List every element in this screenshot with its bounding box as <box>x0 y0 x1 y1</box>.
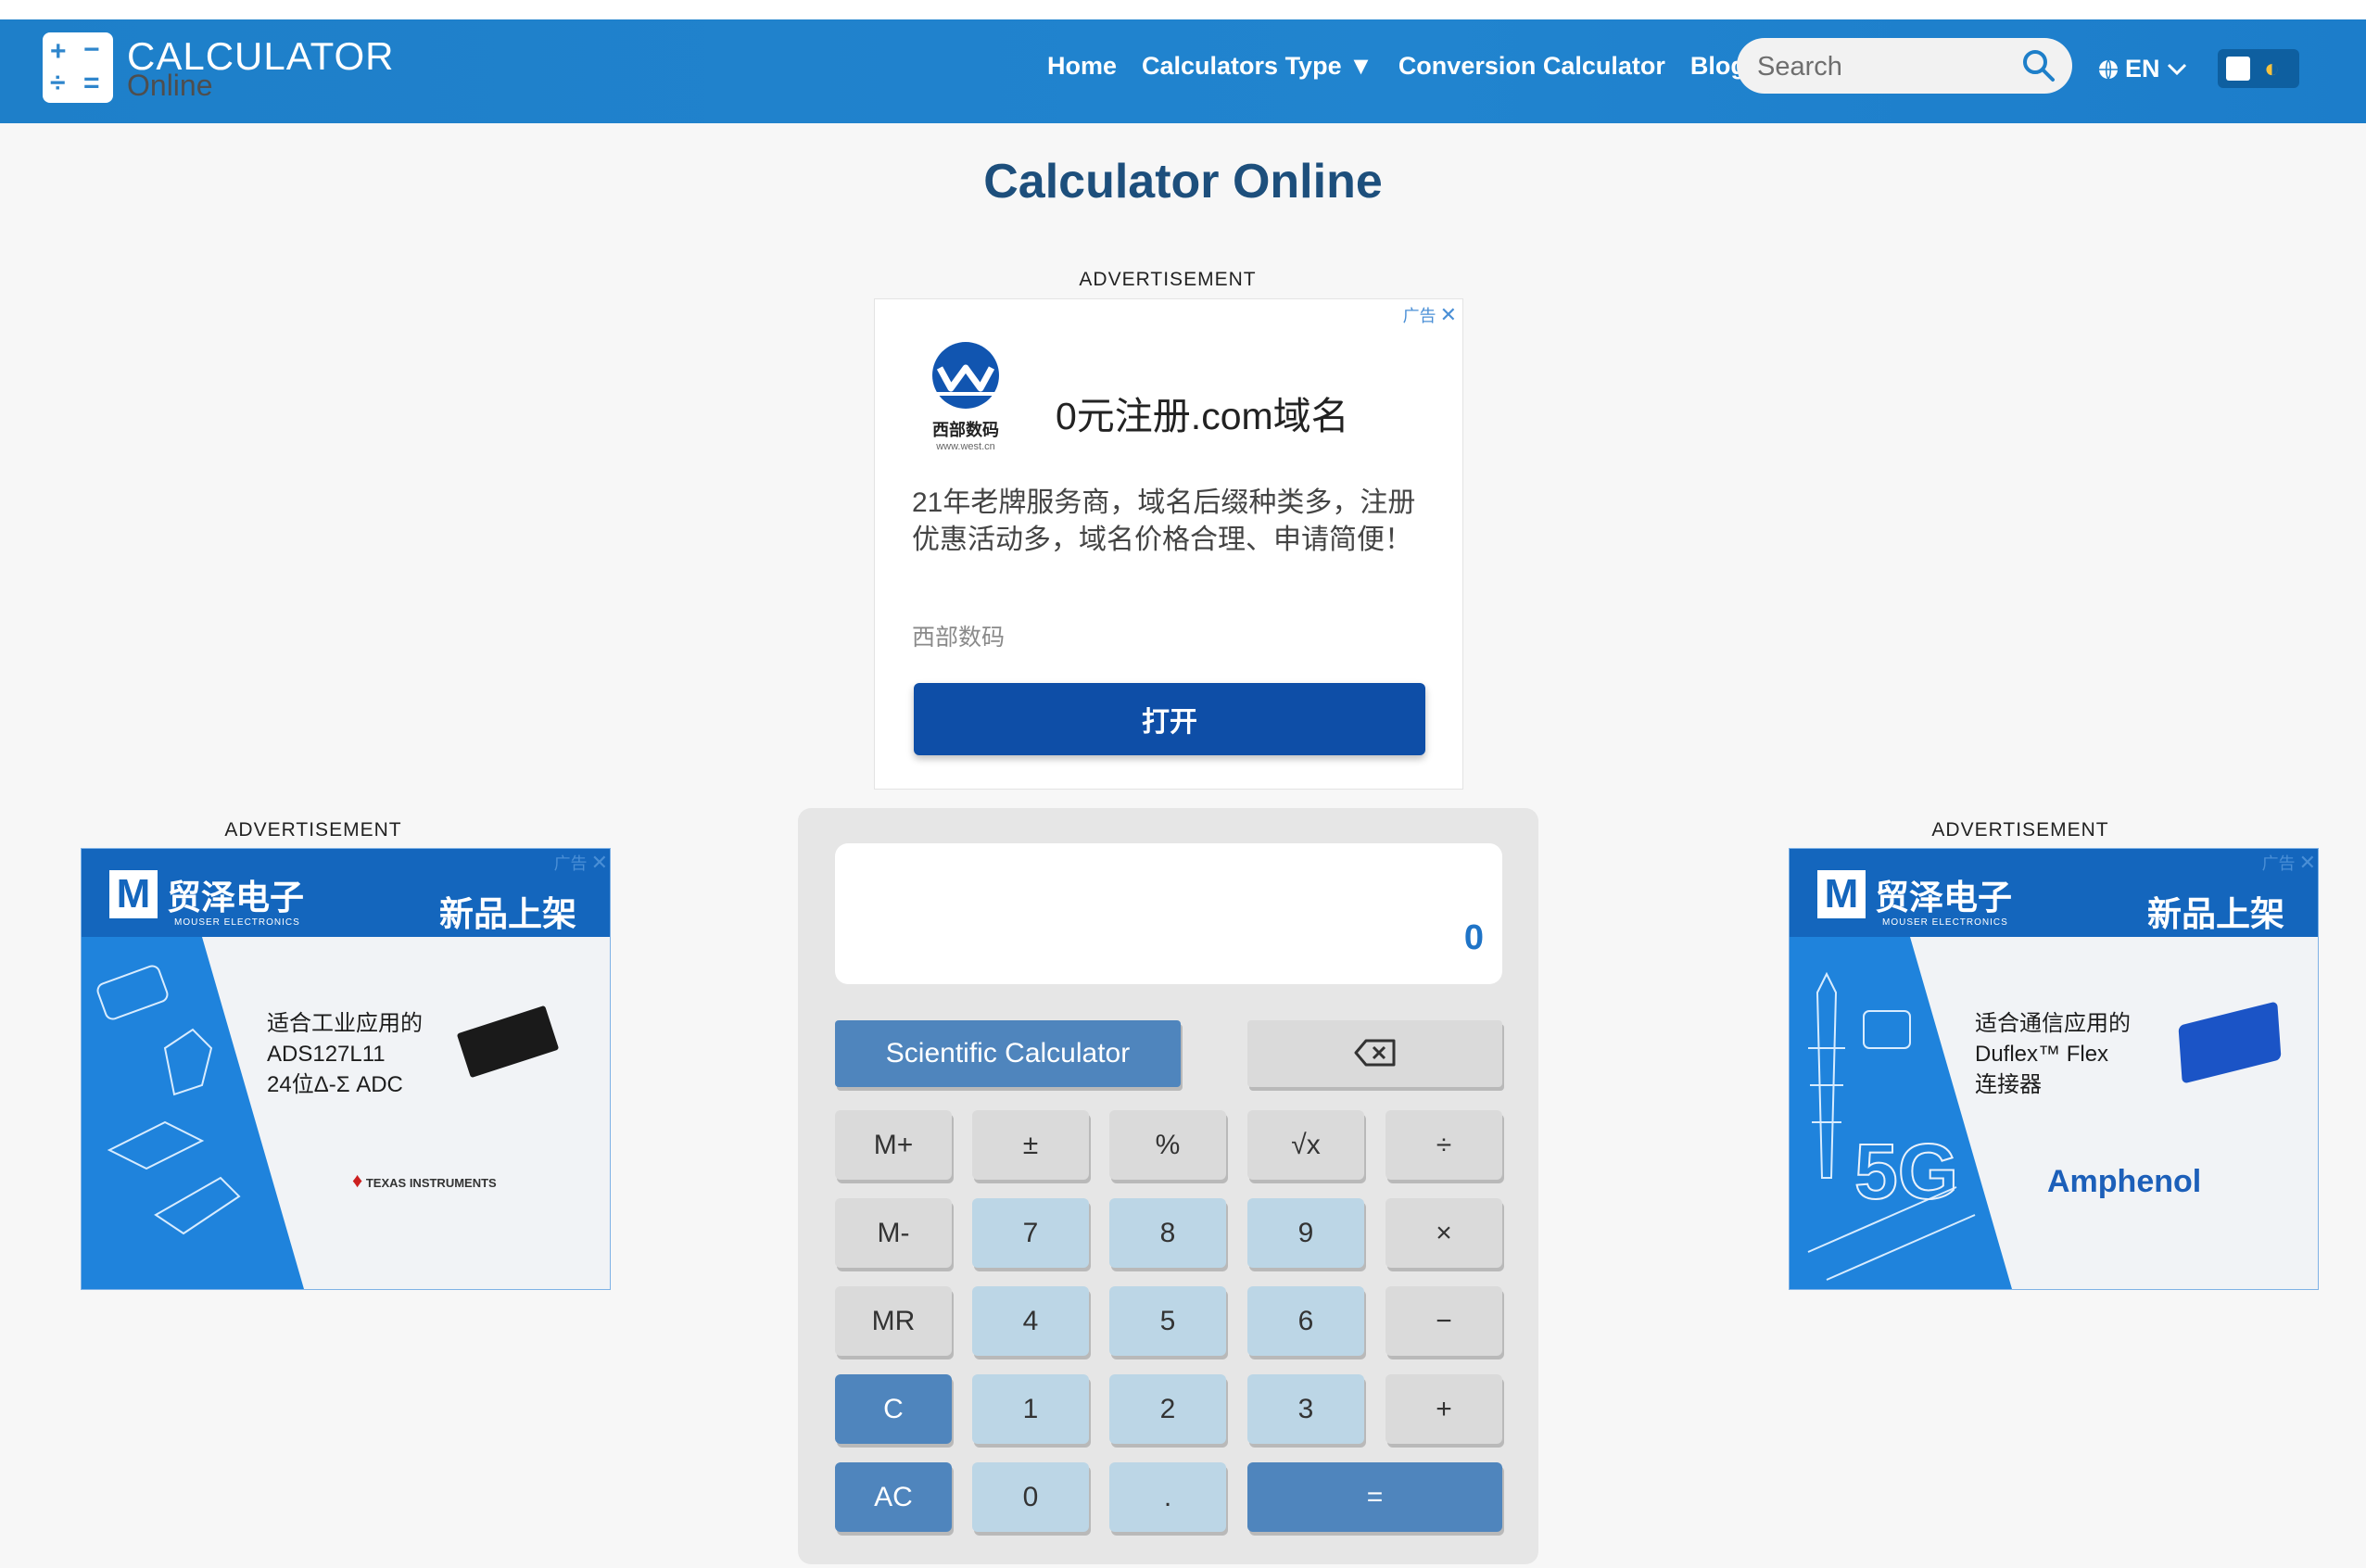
west-cn-logo: 西部数码 www.west.cn <box>921 340 1010 452</box>
key-sqrt[interactable]: √x <box>1247 1110 1364 1180</box>
search-box <box>1737 38 2072 94</box>
display-value: 0 <box>1463 918 1484 957</box>
theme-toggle[interactable]: ◐ <box>2218 49 2299 88</box>
product-line-2: ADS127L11 <box>267 1042 386 1067</box>
mouser-logo-icon: M <box>1817 870 1866 918</box>
key-9[interactable]: 9 <box>1247 1198 1364 1268</box>
brand-cn: 贸泽电子 <box>1875 879 2012 917</box>
vendor-name: TEXAS INSTRUMENTS <box>365 1176 497 1190</box>
nav-home[interactable]: Home <box>1047 52 1117 81</box>
key-plus[interactable]: + <box>1385 1374 1502 1444</box>
key-equals[interactable]: = <box>1247 1462 1502 1532</box>
backspace-icon <box>1354 1039 1395 1066</box>
key-7[interactable]: 7 <box>972 1198 1089 1268</box>
ad-tagline: 新品上架 <box>439 895 576 933</box>
adchoices[interactable]: 广告 ✕ <box>2262 851 2316 875</box>
backspace-button[interactable] <box>1247 1020 1502 1087</box>
search-input[interactable] <box>1755 47 2018 86</box>
key-mr[interactable]: MR <box>835 1286 952 1356</box>
key-divide[interactable]: ÷ <box>1385 1110 1502 1180</box>
main-nav: Home Calculators Type ▼ Conversion Calcu… <box>1047 52 1771 81</box>
key-4[interactable]: 4 <box>972 1286 1089 1356</box>
ad-brand-name: 西部数码 <box>912 625 1006 651</box>
key-m-plus[interactable]: M+ <box>835 1110 952 1180</box>
5g-text: 5G <box>1854 1127 1959 1216</box>
ti-logo-icon: ♦ <box>352 1169 363 1192</box>
logo-subtitle[interactable]: Online <box>127 69 213 103</box>
calculator-display: 0 <box>835 843 1502 984</box>
circuit-graphic <box>82 937 304 1289</box>
nav-calculators-type[interactable]: Calculators Type ▼ <box>1142 52 1373 81</box>
key-minus[interactable]: − <box>1385 1286 1502 1356</box>
left-advertisement[interactable]: M 贸泽电子 MOUSER ELECTRONICS 新品上架 适合工业应用的 A… <box>81 848 611 1290</box>
product-line-3: 连接器 <box>1975 1072 2042 1097</box>
product-text: 适合通信应用的 Duflex™ Flex 连接器 <box>1975 1008 2131 1100</box>
key-0[interactable]: 0 <box>972 1462 1089 1532</box>
close-ad-icon[interactable]: ✕ <box>2299 851 2316 875</box>
product-text: 适合工业应用的 ADS127L11 24位Δ-Σ ADC <box>267 1008 423 1100</box>
west-cn-logo-icon <box>932 342 999 409</box>
adchoices[interactable]: 广告 ✕ <box>1403 303 1457 327</box>
key-multiply[interactable]: × <box>1385 1198 1502 1268</box>
adchoices-label: 广告 <box>2261 854 2296 873</box>
ad-open-button[interactable]: 打开 <box>914 683 1425 755</box>
key-5[interactable]: 5 <box>1109 1286 1226 1356</box>
key-m-minus[interactable]: M- <box>835 1198 952 1268</box>
product-line-1: 适合工业应用的 <box>267 1011 423 1036</box>
ad-description: 21年老牌服务商，域名后缀种类多，注册优惠活动多，域名价格合理、申请简便！ <box>912 487 1416 555</box>
ad-headline[interactable]: 0元注册.com域名 <box>1056 385 1349 440</box>
logo-url: www.west.cn <box>936 441 995 452</box>
adchoices-label: 广告 <box>1402 307 1436 325</box>
mouser-brand: M 贸泽电子 <box>1817 869 2012 919</box>
top-advertisement[interactable]: 广告 ✕ 西部数码 www.west.cn 0元注册.com域名 21年老牌服务… <box>874 298 1463 790</box>
ad-label-left: ADVERTISEMENT <box>224 819 402 841</box>
ad-tagline: 新品上架 <box>2147 895 2284 933</box>
key-decimal[interactable]: . <box>1109 1462 1226 1532</box>
key-6[interactable]: 6 <box>1247 1286 1364 1356</box>
brand-cn: 贸泽电子 <box>167 879 304 917</box>
key-ac[interactable]: AC <box>835 1462 952 1532</box>
close-ad-icon[interactable]: ✕ <box>591 851 608 875</box>
key-plus-minus[interactable]: ± <box>972 1110 1089 1180</box>
ad-label-right: ADVERTISEMENT <box>1931 819 2109 841</box>
calculator-logo-icon[interactable]: + − ÷ = <box>43 32 113 103</box>
language-label: EN <box>2125 55 2160 82</box>
key-c[interactable]: C <box>835 1374 952 1444</box>
scientific-calculator-button[interactable]: Scientific Calculator <box>835 1020 1181 1087</box>
vendor-name: Amphenol <box>2047 1164 2202 1199</box>
site-header: + − ÷ = CALCULATOR Online Home Calculato… <box>0 19 2366 123</box>
key-percent[interactable]: % <box>1109 1110 1226 1180</box>
page-title: Calculator Online <box>983 155 1383 209</box>
key-1[interactable]: 1 <box>972 1374 1089 1444</box>
adchoices-label: 广告 <box>553 854 588 873</box>
product-line-2: Duflex™ Flex <box>1975 1042 2109 1067</box>
mouser-logo-icon: M <box>109 870 158 918</box>
product-line-1: 适合通信应用的 <box>1975 1011 2131 1036</box>
telecom-graphic <box>1790 937 2012 1289</box>
moon-icon: ◐ <box>2264 54 2280 82</box>
key-2[interactable]: 2 <box>1109 1374 1226 1444</box>
vendor-logo: ♦ TEXAS INSTRUMENTS <box>352 1169 497 1193</box>
light-mode-icon <box>2226 57 2250 81</box>
adchoices[interactable]: 广告 ✕ <box>554 851 608 875</box>
brand-en: MOUSER ELECTRONICS <box>1882 917 2008 928</box>
calculator: 0 Scientific Calculator M+ ± % √x ÷ M- 7… <box>798 808 1538 1564</box>
top-strip <box>0 0 2366 19</box>
mouser-brand: M 贸泽电子 <box>109 869 304 919</box>
ad-label-top: ADVERTISEMENT <box>1079 269 1257 290</box>
search-icon[interactable] <box>2020 47 2057 84</box>
language-selector[interactable]: EN <box>2097 55 2188 83</box>
product-line-3: 24位Δ-Σ ADC <box>267 1072 403 1097</box>
chevron-down-icon <box>2167 63 2186 75</box>
brand-en: MOUSER ELECTRONICS <box>174 917 300 928</box>
logo-text: 西部数码 <box>932 421 999 439</box>
key-8[interactable]: 8 <box>1109 1198 1226 1268</box>
key-3[interactable]: 3 <box>1247 1374 1364 1444</box>
close-ad-icon[interactable]: ✕ <box>1440 303 1457 327</box>
nav-conversion-calculator[interactable]: Conversion Calculator <box>1398 52 1665 81</box>
right-advertisement[interactable]: 5G M 贸泽电子 MOUSER ELECTRONICS 新品上架 适合通信应用… <box>1789 848 2319 1290</box>
globe-icon <box>2099 58 2118 80</box>
